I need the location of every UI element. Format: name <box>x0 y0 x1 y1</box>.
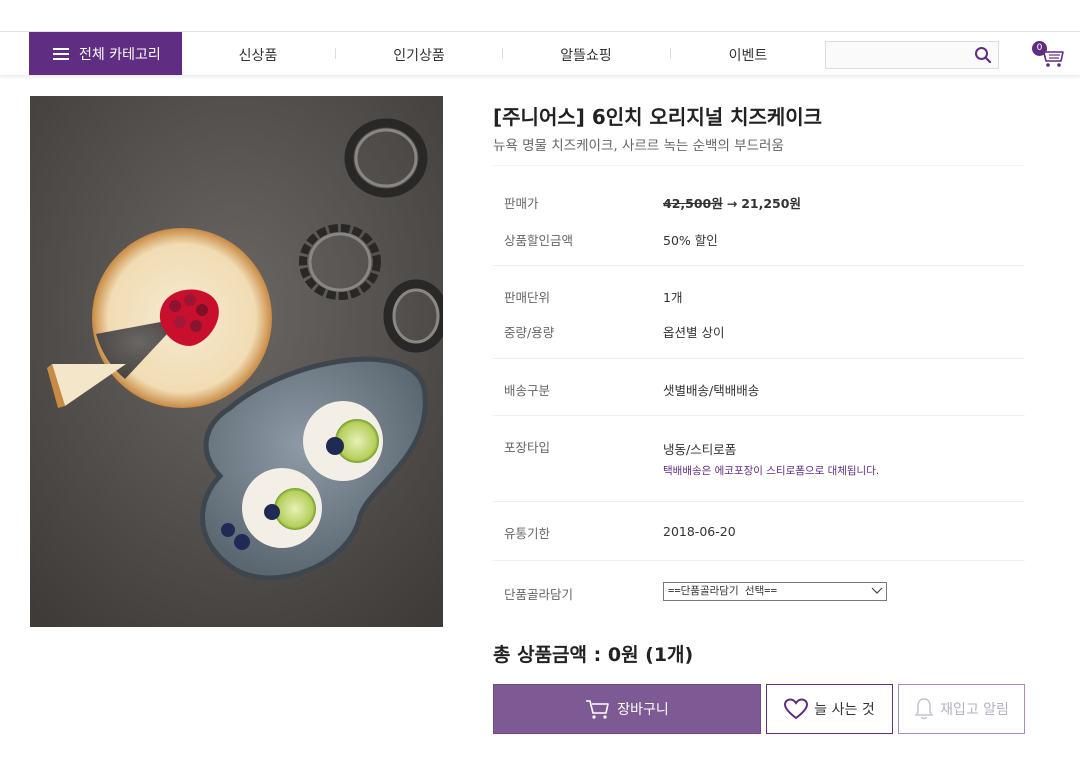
product-title: [주니어스] 6인치 오리지널 치즈케이크 <box>493 105 823 129</box>
menu-separator <box>670 48 671 59</box>
weight-value: 옵션별 상이 <box>663 325 725 340</box>
menu-separator <box>502 48 503 59</box>
product-subtitle: 뉴욕 명물 치즈케이크, 사르르 녹는 순백의 부드러움 <box>493 138 784 154</box>
add-to-cart-label: 장바구니 <box>617 702 669 718</box>
main-menu: 신상품 인기상품 알뜰쇼핑 이벤트 <box>182 32 832 75</box>
cart-count-badge: 0 <box>1032 41 1047 56</box>
chevron-down-icon <box>871 587 883 594</box>
delivery-label: 배송구분 <box>504 383 551 398</box>
option-select-value: ==단품골라담기 선택== <box>668 585 777 597</box>
divider <box>493 358 1025 359</box>
price-value: 42,500원 → 21,250원 <box>663 193 801 212</box>
product-image <box>30 96 443 627</box>
search-box <box>825 41 999 69</box>
all-category-label: 전체 카테고리 <box>79 46 161 63</box>
divider <box>493 415 1025 416</box>
sale-price: 21,250원 <box>741 196 801 211</box>
divider <box>493 165 1025 166</box>
unit-label: 판매단위 <box>504 290 551 305</box>
package-label: 포장타입 <box>504 440 551 455</box>
divider <box>493 560 1025 561</box>
search-input[interactable] <box>826 42 966 68</box>
price-arrow: → <box>726 196 738 211</box>
gnb: 전체 카테고리 신상품 인기상품 알뜰쇼핑 이벤트 0 <box>0 32 1080 76</box>
unit-value: 1개 <box>663 290 683 305</box>
wishlist-button[interactable]: 늘 사는 것 <box>766 684 893 734</box>
divider <box>493 501 1025 502</box>
discount-value: 50% 할인 <box>663 233 718 248</box>
restock-alert-button[interactable]: 재입고 알림 <box>898 684 1025 734</box>
menu-separator <box>335 48 336 59</box>
package-note: 택배배송은 에코포장이 스티로폼으로 대체됩니다. <box>663 465 880 477</box>
heart-icon <box>784 698 809 720</box>
weight-label: 중량/용량 <box>504 325 555 340</box>
wishlist-label: 늘 사는 것 <box>814 702 875 718</box>
add-to-cart-button[interactable]: 장바구니 <box>493 684 761 734</box>
total-price: 총 상품금액 : 0원 (1개) <box>493 644 694 666</box>
option-label: 단품골라담기 <box>504 587 574 602</box>
original-price: 42,500원 <box>663 196 723 211</box>
divider <box>493 265 1025 266</box>
hamburger-icon <box>53 47 69 60</box>
cart-link[interactable]: 0 <box>1032 41 1066 69</box>
package-value: 냉동/스티로폼 <box>663 442 737 457</box>
price-label: 판매가 <box>504 196 539 211</box>
restock-alert-label: 재입고 알림 <box>940 702 1009 718</box>
all-category-button[interactable]: 전체 카테고리 <box>29 32 182 75</box>
menu-event[interactable]: 이벤트 <box>729 45 768 65</box>
search-icon[interactable] <box>974 46 992 64</box>
menu-best[interactable]: 인기상품 <box>393 45 445 65</box>
delivery-value: 샛별배송/택배배송 <box>663 383 760 398</box>
expiry-value: 2018-06-20 <box>663 524 736 539</box>
menu-sale[interactable]: 알뜰쇼핑 <box>560 45 612 65</box>
expiry-label: 유통기한 <box>504 526 551 541</box>
bell-icon <box>914 698 934 720</box>
cart-icon <box>586 700 610 719</box>
discount-label: 상품할인금액 <box>504 233 574 248</box>
menu-new[interactable]: 신상품 <box>239 45 278 65</box>
option-select[interactable]: ==단품골라담기 선택== <box>663 582 887 601</box>
